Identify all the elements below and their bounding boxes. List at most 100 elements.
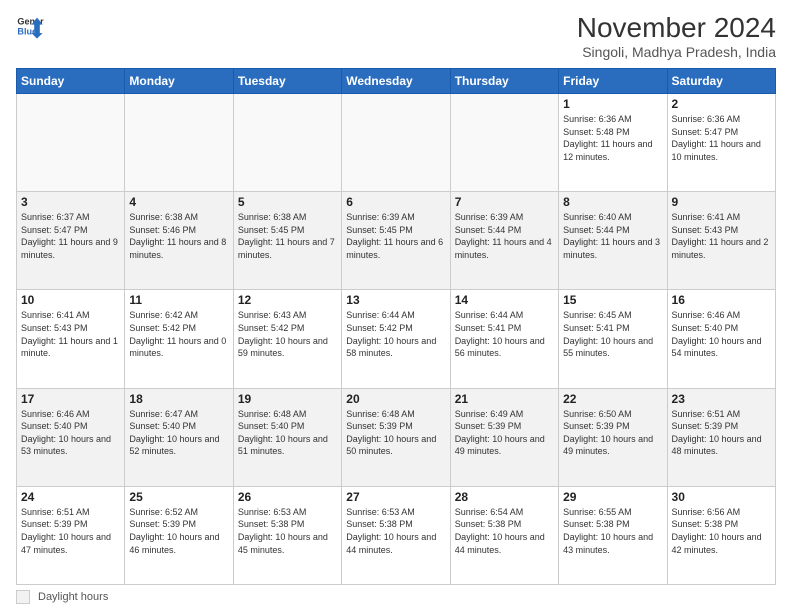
day-cell: 23 Sunrise: 6:51 AM Sunset: 5:39 PM Dayli… bbox=[667, 388, 775, 486]
day-info: Sunrise: 6:40 AM Sunset: 5:44 PM Dayligh… bbox=[563, 211, 662, 261]
footer: Daylight hours bbox=[16, 590, 776, 604]
day-info: Sunrise: 6:39 AM Sunset: 5:45 PM Dayligh… bbox=[346, 211, 445, 261]
day-cell: 29 Sunrise: 6:55 AM Sunset: 5:38 PM Dayli… bbox=[559, 486, 667, 584]
day-number: 13 bbox=[346, 293, 445, 307]
day-info: Sunrise: 6:55 AM Sunset: 5:38 PM Dayligh… bbox=[563, 506, 662, 556]
day-cell: 30 Sunrise: 6:56 AM Sunset: 5:38 PM Dayli… bbox=[667, 486, 775, 584]
day-info: Sunrise: 6:38 AM Sunset: 5:46 PM Dayligh… bbox=[129, 211, 228, 261]
day-number: 4 bbox=[129, 195, 228, 209]
day-info: Sunrise: 6:46 AM Sunset: 5:40 PM Dayligh… bbox=[672, 309, 771, 359]
day-cell: 11 Sunrise: 6:42 AM Sunset: 5:42 PM Dayli… bbox=[125, 290, 233, 388]
day-info: Sunrise: 6:43 AM Sunset: 5:42 PM Dayligh… bbox=[238, 309, 337, 359]
day-cell bbox=[342, 94, 450, 192]
col-header-tuesday: Tuesday bbox=[233, 69, 341, 94]
day-cell: 13 Sunrise: 6:44 AM Sunset: 5:42 PM Dayli… bbox=[342, 290, 450, 388]
week-row-1: 3 Sunrise: 6:37 AM Sunset: 5:47 PM Daylig… bbox=[17, 192, 776, 290]
day-cell: 9Sunrise: 6:41 AM Sunset: 5:43 PM Daylig… bbox=[667, 192, 775, 290]
day-number: 22 bbox=[563, 392, 662, 406]
day-info: Sunrise: 6:45 AM Sunset: 5:41 PM Dayligh… bbox=[563, 309, 662, 359]
day-cell: 6 Sunrise: 6:39 AM Sunset: 5:45 PM Daylig… bbox=[342, 192, 450, 290]
col-header-wednesday: Wednesday bbox=[342, 69, 450, 94]
day-cell: 24 Sunrise: 6:51 AM Sunset: 5:39 PM Dayli… bbox=[17, 486, 125, 584]
day-number: 11 bbox=[129, 293, 228, 307]
day-number: 29 bbox=[563, 490, 662, 504]
day-cell: 10Sunrise: 6:41 AM Sunset: 5:43 PM Dayli… bbox=[17, 290, 125, 388]
day-number: 28 bbox=[455, 490, 554, 504]
header-row: SundayMondayTuesdayWednesdayThursdayFrid… bbox=[17, 69, 776, 94]
day-number: 23 bbox=[672, 392, 771, 406]
day-number: 2 bbox=[672, 97, 771, 111]
day-number: 14 bbox=[455, 293, 554, 307]
day-number: 17 bbox=[21, 392, 120, 406]
day-info: Sunrise: 6:49 AM Sunset: 5:39 PM Dayligh… bbox=[455, 408, 554, 458]
day-cell: 21Sunrise: 6:49 AM Sunset: 5:39 PM Dayli… bbox=[450, 388, 558, 486]
day-info: Sunrise: 6:50 AM Sunset: 5:39 PM Dayligh… bbox=[563, 408, 662, 458]
day-info: Sunrise: 6:44 AM Sunset: 5:42 PM Dayligh… bbox=[346, 309, 445, 359]
day-number: 6 bbox=[346, 195, 445, 209]
day-info: Sunrise: 6:39 AM Sunset: 5:44 PM Dayligh… bbox=[455, 211, 554, 261]
day-number: 8 bbox=[563, 195, 662, 209]
day-number: 5 bbox=[238, 195, 337, 209]
day-number: 24 bbox=[21, 490, 120, 504]
day-info: Sunrise: 6:37 AM Sunset: 5:47 PM Dayligh… bbox=[21, 211, 120, 261]
day-number: 20 bbox=[346, 392, 445, 406]
day-number: 15 bbox=[563, 293, 662, 307]
day-info: Sunrise: 6:48 AM Sunset: 5:39 PM Dayligh… bbox=[346, 408, 445, 458]
day-info: Sunrise: 6:44 AM Sunset: 5:41 PM Dayligh… bbox=[455, 309, 554, 359]
day-cell: 22 Sunrise: 6:50 AM Sunset: 5:39 PM Dayli… bbox=[559, 388, 667, 486]
day-info: Sunrise: 6:41 AM Sunset: 5:43 PM Dayligh… bbox=[672, 211, 771, 261]
day-cell: 25Sunrise: 6:52 AM Sunset: 5:39 PM Dayli… bbox=[125, 486, 233, 584]
day-info: Sunrise: 6:56 AM Sunset: 5:38 PM Dayligh… bbox=[672, 506, 771, 556]
day-cell: 27Sunrise: 6:53 AM Sunset: 5:38 PM Dayli… bbox=[342, 486, 450, 584]
day-cell: 12Sunrise: 6:43 AM Sunset: 5:42 PM Dayli… bbox=[233, 290, 341, 388]
day-number: 30 bbox=[672, 490, 771, 504]
col-header-sunday: Sunday bbox=[17, 69, 125, 94]
day-number: 16 bbox=[672, 293, 771, 307]
day-cell: 17 Sunrise: 6:46 AM Sunset: 5:40 PM Dayli… bbox=[17, 388, 125, 486]
day-cell: 18Sunrise: 6:47 AM Sunset: 5:40 PM Dayli… bbox=[125, 388, 233, 486]
day-info: Sunrise: 6:51 AM Sunset: 5:39 PM Dayligh… bbox=[672, 408, 771, 458]
day-number: 3 bbox=[21, 195, 120, 209]
subtitle: Singoli, Madhya Pradesh, India bbox=[577, 44, 776, 60]
day-cell: 8 Sunrise: 6:40 AM Sunset: 5:44 PM Daylig… bbox=[559, 192, 667, 290]
day-cell: 4 Sunrise: 6:38 AM Sunset: 5:46 PM Daylig… bbox=[125, 192, 233, 290]
day-cell: 26Sunrise: 6:53 AM Sunset: 5:38 PM Dayli… bbox=[233, 486, 341, 584]
calendar: SundayMondayTuesdayWednesdayThursdayFrid… bbox=[16, 68, 776, 585]
day-info: Sunrise: 6:53 AM Sunset: 5:38 PM Dayligh… bbox=[238, 506, 337, 556]
day-cell: 1 Sunrise: 6:36 AM Sunset: 5:48 PM Daylig… bbox=[559, 94, 667, 192]
week-row-0: 1 Sunrise: 6:36 AM Sunset: 5:48 PM Daylig… bbox=[17, 94, 776, 192]
col-header-saturday: Saturday bbox=[667, 69, 775, 94]
col-header-thursday: Thursday bbox=[450, 69, 558, 94]
day-info: Sunrise: 6:46 AM Sunset: 5:40 PM Dayligh… bbox=[21, 408, 120, 458]
day-info: Sunrise: 6:54 AM Sunset: 5:38 PM Dayligh… bbox=[455, 506, 554, 556]
day-info: Sunrise: 6:52 AM Sunset: 5:39 PM Dayligh… bbox=[129, 506, 228, 556]
day-number: 1 bbox=[563, 97, 662, 111]
day-number: 18 bbox=[129, 392, 228, 406]
logo-icon: General Blue bbox=[16, 12, 44, 40]
day-info: Sunrise: 6:36 AM Sunset: 5:47 PM Dayligh… bbox=[672, 113, 771, 163]
day-cell: 3 Sunrise: 6:37 AM Sunset: 5:47 PM Daylig… bbox=[17, 192, 125, 290]
day-cell: 20 Sunrise: 6:48 AM Sunset: 5:39 PM Dayli… bbox=[342, 388, 450, 486]
daylight-label: Daylight hours bbox=[38, 591, 108, 603]
day-cell bbox=[233, 94, 341, 192]
day-cell bbox=[125, 94, 233, 192]
day-info: Sunrise: 6:36 AM Sunset: 5:48 PM Dayligh… bbox=[563, 113, 662, 163]
day-cell bbox=[450, 94, 558, 192]
day-cell: 2 Sunrise: 6:36 AM Sunset: 5:47 PM Daylig… bbox=[667, 94, 775, 192]
week-row-2: 10Sunrise: 6:41 AM Sunset: 5:43 PM Dayli… bbox=[17, 290, 776, 388]
logo: General Blue bbox=[16, 12, 44, 40]
day-cell: 28 Sunrise: 6:54 AM Sunset: 5:38 PM Dayli… bbox=[450, 486, 558, 584]
day-number: 27 bbox=[346, 490, 445, 504]
day-info: Sunrise: 6:48 AM Sunset: 5:40 PM Dayligh… bbox=[238, 408, 337, 458]
week-row-4: 24 Sunrise: 6:51 AM Sunset: 5:39 PM Dayli… bbox=[17, 486, 776, 584]
day-cell: 15 Sunrise: 6:45 AM Sunset: 5:41 PM Dayli… bbox=[559, 290, 667, 388]
title-area: November 2024 Singoli, Madhya Pradesh, I… bbox=[577, 12, 776, 60]
day-info: Sunrise: 6:42 AM Sunset: 5:42 PM Dayligh… bbox=[129, 309, 228, 359]
col-header-friday: Friday bbox=[559, 69, 667, 94]
day-number: 19 bbox=[238, 392, 337, 406]
day-info: Sunrise: 6:51 AM Sunset: 5:39 PM Dayligh… bbox=[21, 506, 120, 556]
month-title: November 2024 bbox=[577, 12, 776, 44]
day-number: 10 bbox=[21, 293, 120, 307]
header: General Blue November 2024 Singoli, Madh… bbox=[16, 12, 776, 60]
day-cell: 7Sunrise: 6:39 AM Sunset: 5:44 PM Daylig… bbox=[450, 192, 558, 290]
